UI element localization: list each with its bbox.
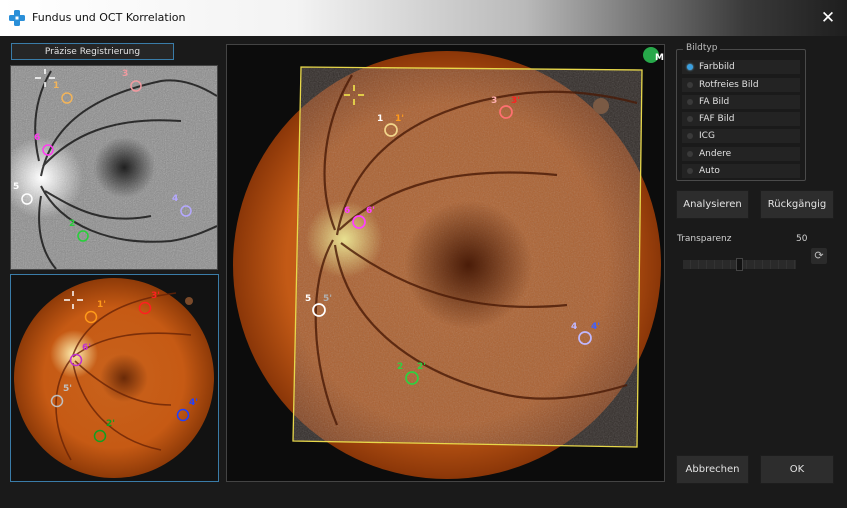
transparency-label: Transparenz xyxy=(677,234,732,244)
radio-label: Auto xyxy=(699,166,720,176)
fundus-marker-label: 1' xyxy=(97,300,106,310)
radio-rotfreies-bild[interactable]: Rotfreies Bild xyxy=(682,78,800,92)
ok-button[interactable]: OK xyxy=(760,455,834,484)
main-marker-label: 3' xyxy=(511,96,520,106)
cancel-button[interactable]: Abbrechen xyxy=(676,455,749,484)
radio-label: Rotfreies Bild xyxy=(699,80,759,90)
main-marker-label: 4' xyxy=(591,322,600,332)
radio-icon xyxy=(687,99,693,105)
main-marker-label: 5 xyxy=(305,294,311,304)
title-bar: Fundus und OCT Korrelation ✕ xyxy=(0,0,847,36)
radio-icon xyxy=(687,116,693,122)
main-marker-label: 2' xyxy=(417,362,426,372)
image-type-group: Bildtyp Farbbild Rotfreies Bild FA Bild … xyxy=(676,43,806,181)
overlay-image: M 1 1' 3 3' 6 6' 5 5' 4 4' 2 2' xyxy=(227,45,664,481)
main-marker-label: 1 xyxy=(377,114,383,124)
main-marker-label: 6' xyxy=(366,206,375,216)
oct-fundus-image: 1 3 6 5 4 2 xyxy=(11,66,217,269)
undo-button[interactable]: Rückgängig xyxy=(760,190,834,219)
image-type-title: Bildtyp xyxy=(683,43,721,53)
radio-label: Andere xyxy=(699,149,732,159)
radio-auto[interactable]: Auto xyxy=(682,164,800,178)
oct-marker-label: 3 xyxy=(122,69,128,79)
close-button[interactable]: ✕ xyxy=(819,9,837,27)
radio-label: ICG xyxy=(699,131,715,141)
window-title: Fundus und OCT Korrelation xyxy=(32,11,186,24)
main-marker-label: 5' xyxy=(323,294,332,304)
precise-registration-button[interactable]: Präzise Registrierung xyxy=(11,43,174,60)
oct-marker-label: 2 xyxy=(69,219,75,229)
registration-overlay-view[interactable]: M 1 1' 3 3' 6 6' 5 5' 4 4' 2 2' xyxy=(226,44,665,482)
oct-marker-label: 5 xyxy=(13,182,19,192)
main-marker-label: 3 xyxy=(491,96,497,106)
color-fundus-thumbnail[interactable]: 1' 3' 6' 5' 4' 2' xyxy=(10,274,219,482)
main-marker-label: 2 xyxy=(397,362,403,372)
oct-marker-label: 6 xyxy=(34,133,40,143)
slider-handle[interactable] xyxy=(736,258,743,271)
fundus-marker-label: 3' xyxy=(151,291,160,301)
radio-icon xyxy=(687,82,693,88)
main-marker-label: 4 xyxy=(571,322,577,332)
color-fundus-image: 1' 3' 6' 5' 4' 2' xyxy=(14,278,214,478)
oct-marker-label: 4 xyxy=(172,194,178,204)
fundus-marker-label: 4' xyxy=(189,398,198,408)
radio-andere[interactable]: Andere xyxy=(682,147,800,161)
refresh-icon[interactable]: ⟳ xyxy=(811,248,827,264)
radio-icg[interactable]: ICG xyxy=(682,129,800,143)
radio-faf-bild[interactable]: FAF Bild xyxy=(682,112,800,126)
main-marker-label: 6 xyxy=(344,206,350,216)
radio-farbbild[interactable]: Farbbild xyxy=(682,60,800,74)
transparency-value: 50 xyxy=(796,234,808,244)
radio-icon xyxy=(687,133,693,139)
fundus-marker-label: 6' xyxy=(82,343,91,353)
radio-label: FA Bild xyxy=(699,97,730,107)
radio-label: Farbbild xyxy=(699,62,735,72)
oct-marker-label: 1 xyxy=(53,81,59,91)
radio-icon xyxy=(687,151,693,157)
radio-label: FAF Bild xyxy=(699,114,735,124)
svg-text:M: M xyxy=(655,53,664,63)
radio-icon xyxy=(687,168,693,174)
radio-fa-bild[interactable]: FA Bild xyxy=(682,95,800,109)
cross-logo-icon xyxy=(9,10,25,26)
main-marker-label: 1' xyxy=(395,114,404,124)
radio-selected-icon xyxy=(687,64,693,70)
fundus-marker-label: 2' xyxy=(106,419,115,429)
transparency-slider[interactable] xyxy=(683,258,796,271)
close-icon: ✕ xyxy=(820,8,836,28)
fundus-marker-label: 5' xyxy=(63,384,72,394)
oct-fundus-thumbnail[interactable]: 1 3 6 5 4 2 xyxy=(10,65,218,270)
analyze-button[interactable]: Analysieren xyxy=(676,190,749,219)
